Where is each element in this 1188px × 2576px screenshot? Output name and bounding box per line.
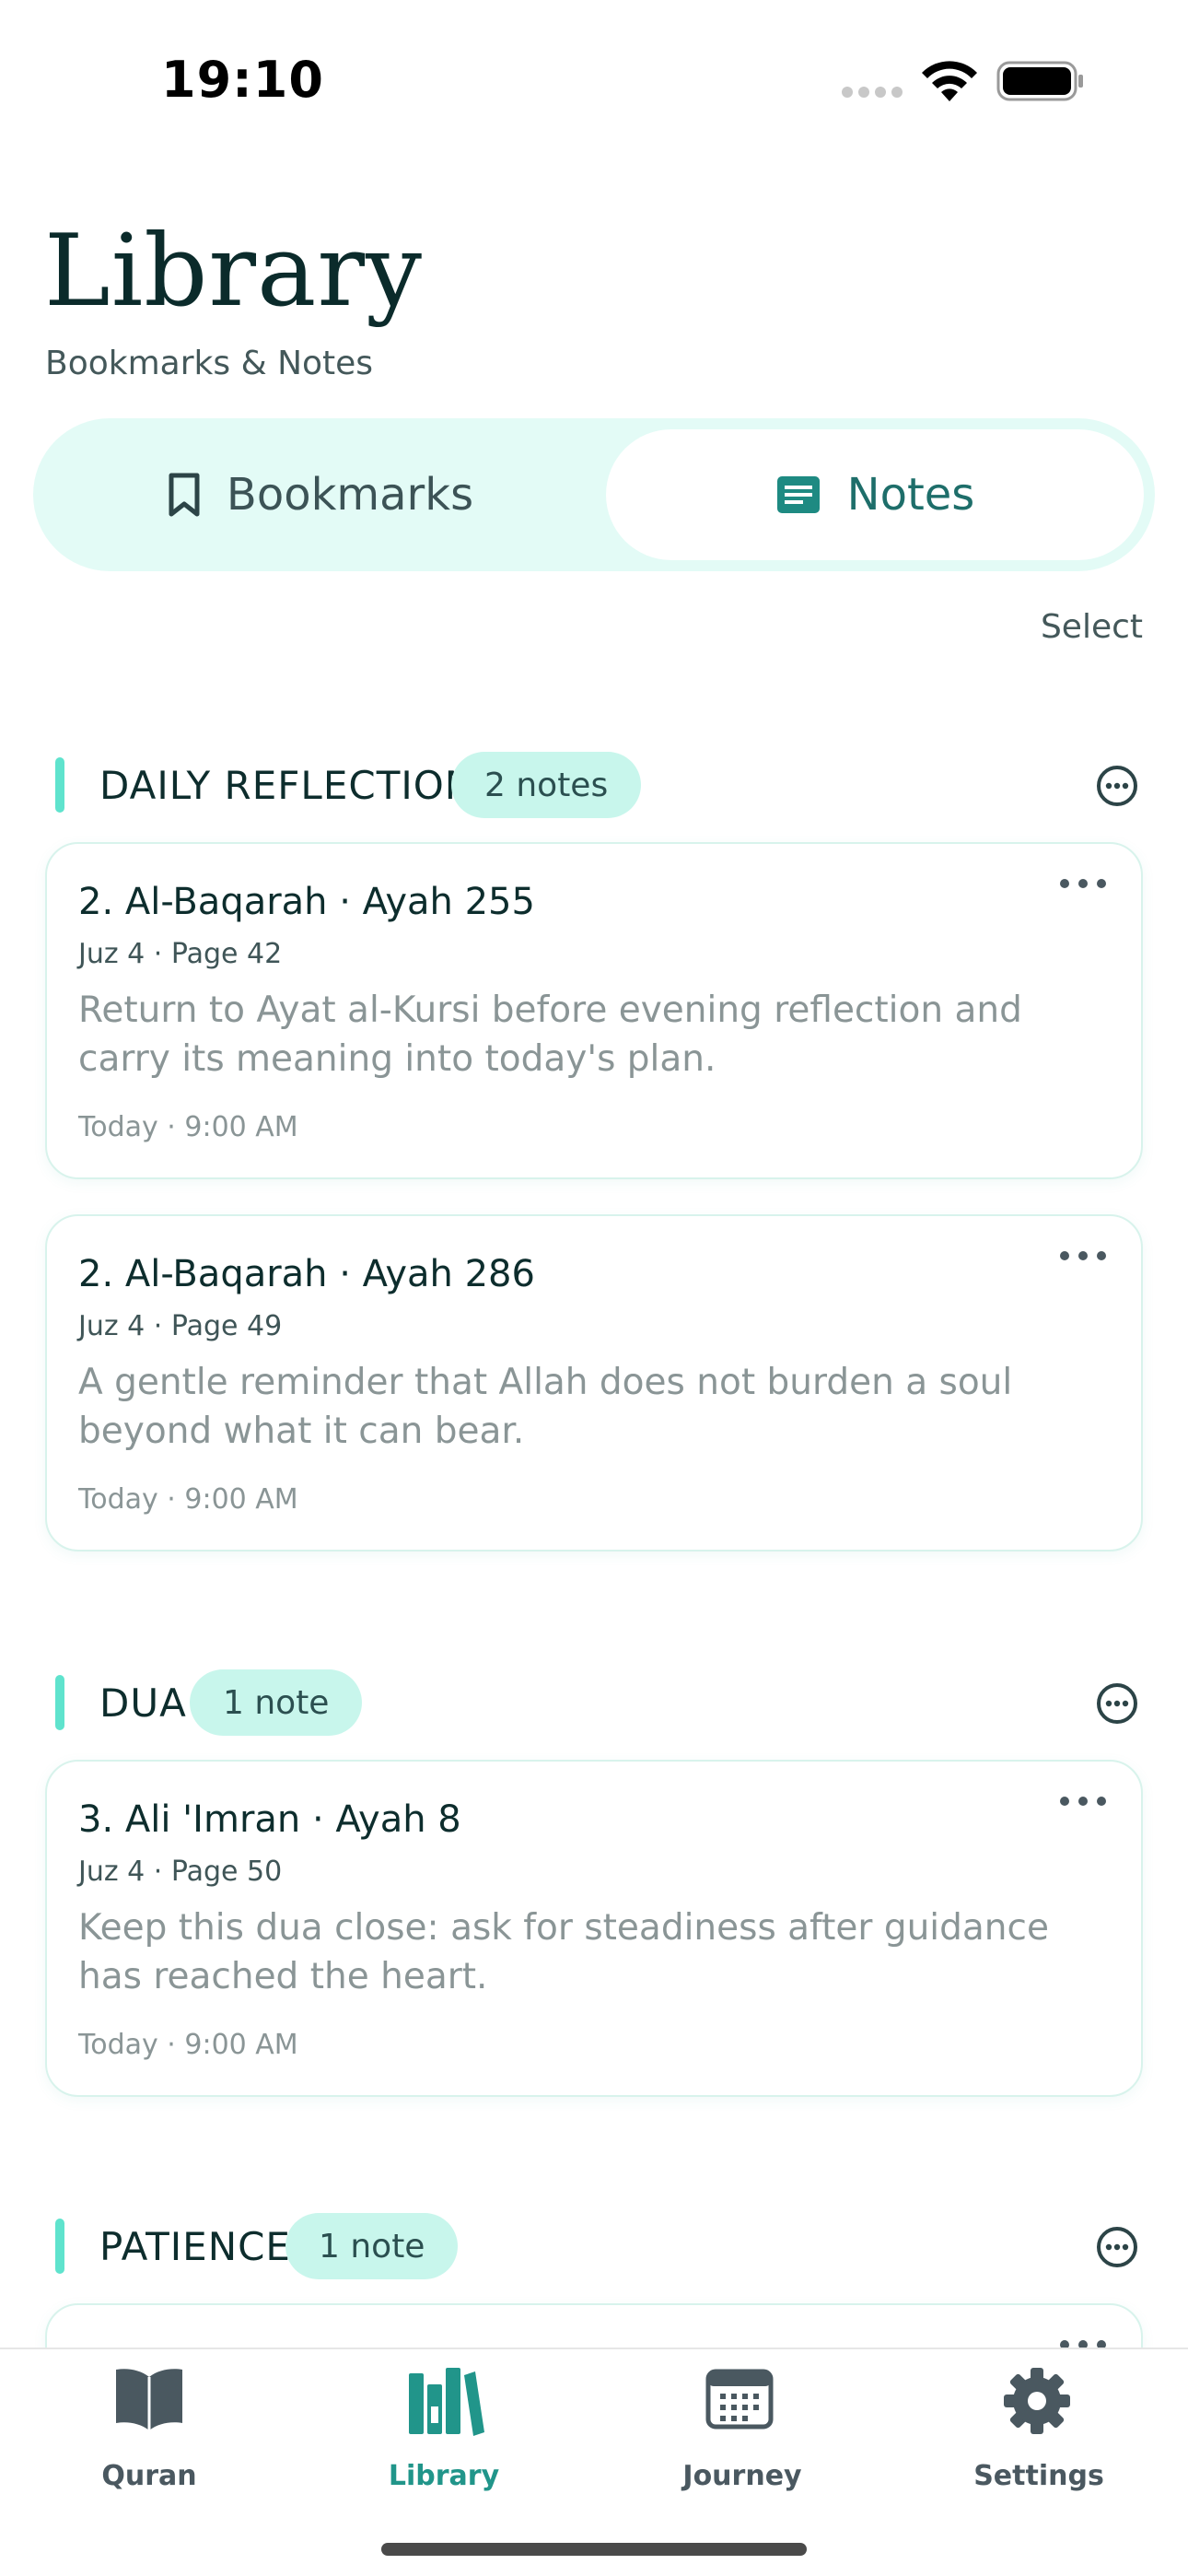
note-card[interactable]: 3. Ali 'Imran · Ayah 8 Juz 4 · Page 50 K… [45, 1760, 1143, 2097]
note-count-badge: 2 notes [451, 752, 642, 818]
note-meta: Juz 4 · Page 42 [78, 938, 283, 970]
section-accent-bar [55, 1675, 64, 1730]
ellipsis-icon[interactable] [1058, 2336, 1108, 2348]
note-icon [776, 476, 820, 513]
section-title: DUA [99, 1680, 187, 1726]
ellipsis-icon[interactable] [1058, 875, 1108, 892]
note-count-badge: 1 note [285, 2213, 459, 2279]
tab-settings[interactable]: Settings [928, 2366, 1149, 2504]
more-options-icon[interactable] [1096, 1682, 1138, 1725]
note-timestamp: Today · 9:00 AM [78, 1111, 298, 1143]
section-accent-bar [55, 2219, 64, 2274]
note-body: Keep this dua close: ask for steadiness … [78, 1907, 1049, 1997]
segment-bookmarks[interactable]: Bookmarks [44, 429, 597, 560]
section-header: DAILY REFLECTION 2 notes [0, 748, 1188, 822]
note-card[interactable]: 2. Al-Baqarah · Ayah 286 Juz 4 · Page 49… [45, 1214, 1143, 1551]
ellipsis-icon[interactable] [1058, 1793, 1108, 1809]
segment-notes[interactable]: Notes [606, 429, 1144, 560]
note-card-partial[interactable] [45, 2303, 1143, 2348]
section-header: PATIENCE 1 note [0, 2209, 1188, 2283]
calendar-icon [705, 2369, 774, 2430]
select-button[interactable]: Select [1041, 608, 1143, 646]
more-options-icon[interactable] [1096, 765, 1138, 807]
note-timestamp: Today · 9:00 AM [78, 2029, 298, 2061]
home-indicator [381, 2543, 807, 2556]
note-title: 2. Al-Baqarah · Ayah 286 [78, 1253, 535, 1295]
segment-bookmarks-label: Bookmarks [226, 469, 474, 521]
bookmark-icon [169, 473, 200, 517]
tab-label: Library [388, 2460, 500, 2492]
tab-bar: Quran Library Journey Settings [0, 2348, 1188, 2576]
note-count-badge: 1 note [190, 1669, 363, 1736]
notes-list[interactable]: DAILY REFLECTION 2 notes 2. Al-Baqarah ·… [0, 700, 1188, 2348]
note-meta: Juz 4 · Page 49 [78, 1310, 283, 1342]
section-title: DAILY REFLECTION [99, 763, 475, 808]
section-title: PATIENCE [99, 2224, 291, 2269]
gear-icon [1004, 2368, 1070, 2434]
section-header: DUA 1 note [0, 1666, 1188, 1739]
note-card[interactable]: 2. Al-Baqarah · Ayah 255 Juz 4 · Page 42… [45, 842, 1143, 1179]
note-title: 2. Al-Baqarah · Ayah 255 [78, 881, 535, 923]
tab-label: Journey [682, 2460, 802, 2492]
page-subtitle: Bookmarks & Notes [45, 345, 374, 382]
note-title: 3. Ali 'Imran · Ayah 8 [78, 1798, 461, 1841]
tab-quran[interactable]: Quran [39, 2366, 260, 2504]
ellipsis-icon[interactable] [1058, 1247, 1108, 1264]
note-body: A gentle reminder that Allah does not bu… [78, 1362, 1013, 1452]
note-timestamp: Today · 9:00 AM [78, 1483, 298, 1516]
library-segmented-control: Bookmarks Notes [33, 418, 1155, 571]
cellular-signal-icon [842, 87, 904, 100]
tab-library[interactable]: Library [333, 2366, 554, 2504]
note-body: Return to Ayat al-Kursi before evening r… [78, 989, 1022, 1080]
note-meta: Juz 4 · Page 50 [78, 1856, 283, 1888]
more-options-icon[interactable] [1096, 2226, 1138, 2268]
open-book-icon [116, 2369, 182, 2430]
tab-journey[interactable]: Journey [632, 2366, 853, 2504]
status-time: 19:10 [161, 51, 324, 109]
library-books-icon [409, 2368, 484, 2436]
tab-label: Settings [973, 2460, 1104, 2492]
battery-icon [996, 61, 1083, 101]
wifi-icon [922, 61, 977, 101]
status-bar: 19:10 [0, 0, 1188, 157]
segment-notes-label: Notes [846, 469, 975, 521]
page-title: Library [44, 214, 424, 329]
section-accent-bar [55, 757, 64, 813]
tab-label: Quran [101, 2460, 197, 2492]
